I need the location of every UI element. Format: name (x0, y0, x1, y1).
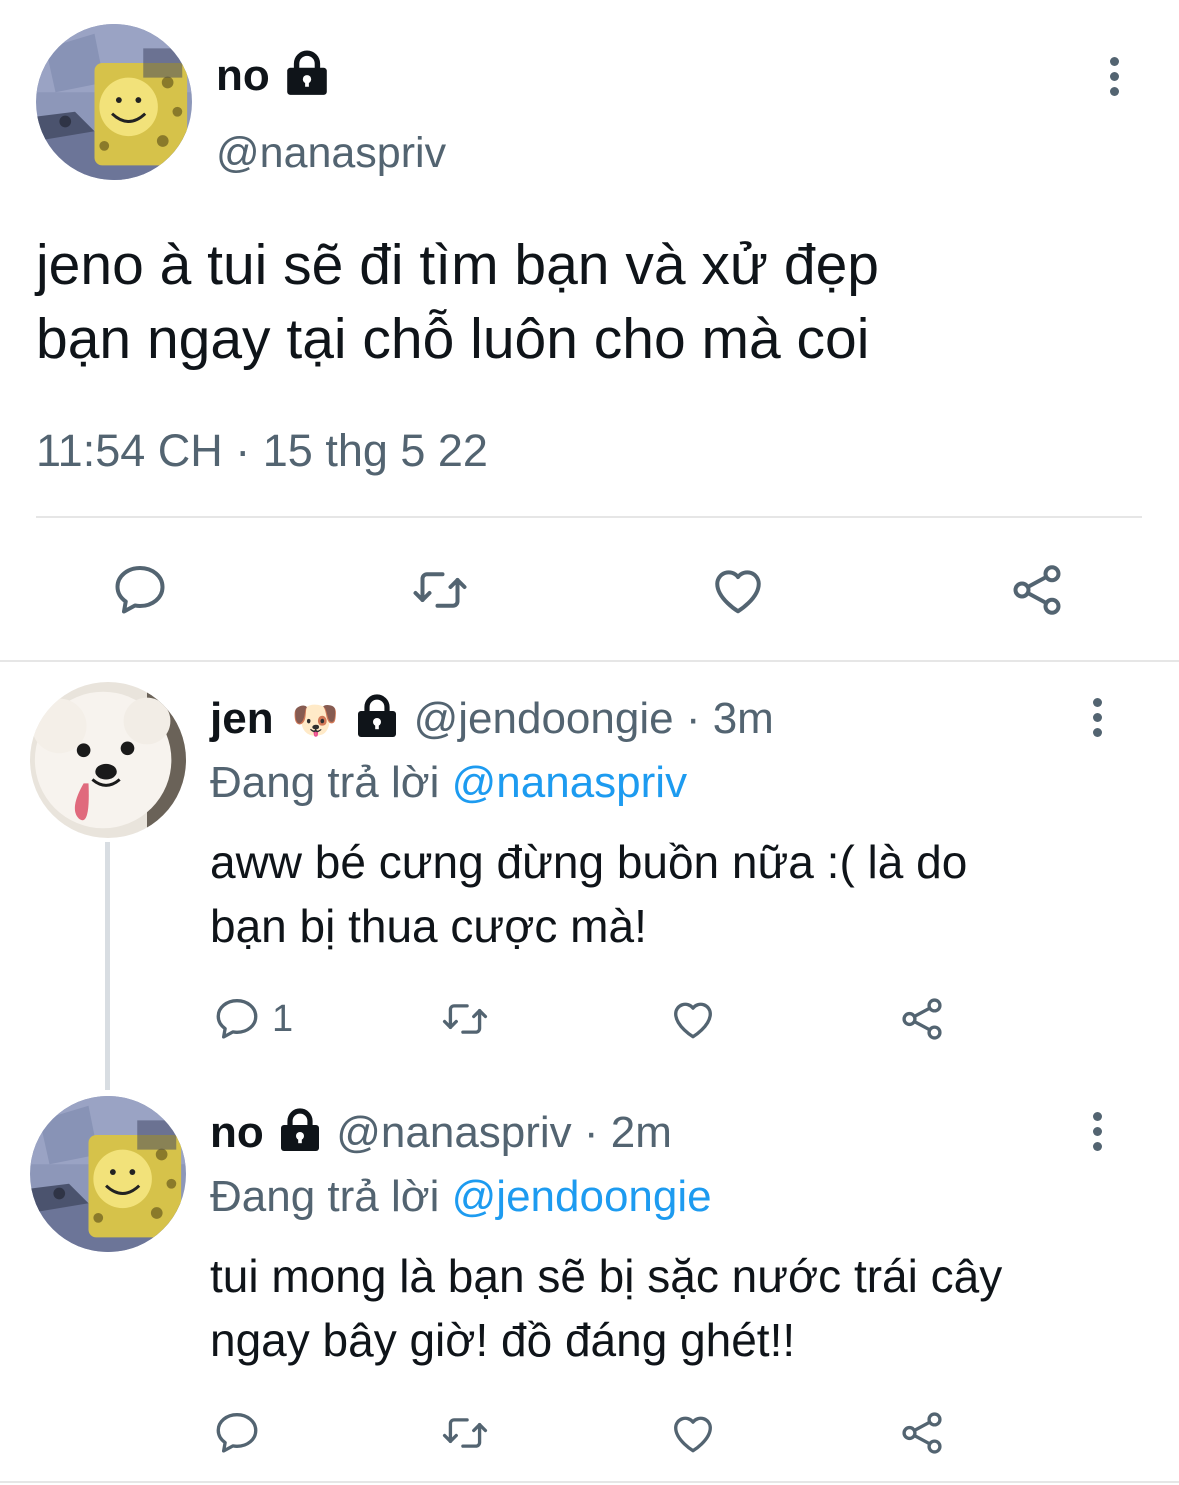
dog-emoji: 🐶 (291, 700, 340, 742)
heart-icon (668, 1408, 718, 1458)
tweet-timestamp[interactable]: 11:54 CH · 15 thg 5 22 (36, 424, 488, 478)
tweet-text-line: tui mong là bạn sẽ bị sặc nước trái cây (210, 1250, 1003, 1302)
retweet-icon (438, 994, 492, 1044)
replying-label: Đang trả lời (210, 758, 440, 807)
like-button[interactable] (708, 560, 768, 620)
retweet-button[interactable] (438, 994, 492, 1044)
retweet-button[interactable] (408, 560, 472, 620)
display-name[interactable]: no (216, 51, 270, 100)
more-options-icon[interactable] (1108, 57, 1120, 96)
mention-link[interactable]: @nanaspriv (452, 758, 687, 807)
replying-label: Đang trả lời (210, 1172, 440, 1221)
display-name[interactable]: no (210, 1108, 264, 1157)
share-button[interactable] (1006, 560, 1068, 620)
dog-avatar-icon (30, 682, 186, 838)
share-button[interactable] (896, 1408, 948, 1458)
share-icon (896, 994, 948, 1044)
share-button[interactable] (896, 994, 948, 1044)
tweet-text: jeno à tui sẽ đi tìm bạn và xử đẹp bạn n… (36, 228, 879, 376)
tweet-text-line: jeno à tui sẽ đi tìm bạn và xử đẹp (36, 233, 879, 297)
heart-icon (668, 994, 718, 1044)
avatar[interactable] (30, 682, 186, 838)
tweet-text: aww bé cưng đừng buồn nữa :( là do bạn b… (210, 830, 967, 958)
author-handle[interactable]: @nanaspriv (336, 1108, 571, 1157)
retweet-icon (438, 1408, 492, 1458)
author-row: jen 🐶 @jendoongie · 3m (210, 692, 774, 748)
share-icon (1006, 560, 1068, 620)
more-options-icon[interactable] (1091, 1112, 1103, 1151)
like-button[interactable] (668, 994, 718, 1044)
divider (36, 516, 1142, 518)
avatar[interactable] (36, 24, 192, 180)
display-name[interactable]: jen (210, 694, 274, 743)
reply-icon (212, 1408, 262, 1458)
reply-icon (110, 560, 170, 620)
tweet-text-line: aww bé cưng đừng buồn nữa :( là do (210, 836, 968, 888)
retweet-button[interactable] (438, 1408, 492, 1458)
more-options-icon[interactable] (1091, 698, 1103, 737)
lock-icon (276, 1106, 324, 1154)
avatar[interactable] (30, 1096, 186, 1252)
relative-time[interactable]: 3m (713, 694, 774, 743)
divider (0, 660, 1179, 662)
tweet-text: tui mong là bạn sẽ bị sặc nước trái cây … (210, 1244, 1002, 1372)
reply-count: 1 (272, 997, 294, 1040)
lock-icon (353, 692, 401, 740)
separator-dot: · (571, 1108, 611, 1157)
tweet-text-line: ngay bây giờ! đồ đáng ghét!! (210, 1314, 796, 1366)
reply-button[interactable] (212, 1408, 262, 1458)
replying-to: Đang trả lời @jendoongie (210, 1170, 712, 1224)
thread-line (105, 842, 110, 1090)
tweet-text-line: bạn bị thua cược mà! (210, 900, 647, 952)
retweet-icon (408, 560, 472, 620)
spongebob-avatar-icon (30, 1096, 186, 1252)
like-button[interactable] (668, 1408, 718, 1458)
reply-button[interactable]: 1 (212, 994, 293, 1044)
reply-button[interactable] (110, 560, 170, 620)
relative-time[interactable]: 2m (611, 1108, 672, 1157)
author-handle[interactable]: @jendoongie (414, 694, 674, 743)
reply-icon (212, 994, 262, 1044)
heart-icon (708, 560, 768, 620)
share-icon (896, 1408, 948, 1458)
replying-to: Đang trả lời @nanaspriv (210, 756, 687, 810)
lock-icon (282, 48, 332, 98)
separator-dot: · (673, 694, 713, 743)
author-handle[interactable]: @nanaspriv (216, 128, 446, 178)
divider (0, 1481, 1179, 1483)
tweet-text-line: bạn ngay tại chỗ luôn cho mà coi (36, 307, 870, 371)
mention-link[interactable]: @jendoongie (452, 1172, 712, 1221)
spongebob-avatar-icon (36, 24, 192, 180)
author-row: no (216, 50, 332, 102)
author-row: no @nanaspriv · 2m (210, 1106, 672, 1160)
